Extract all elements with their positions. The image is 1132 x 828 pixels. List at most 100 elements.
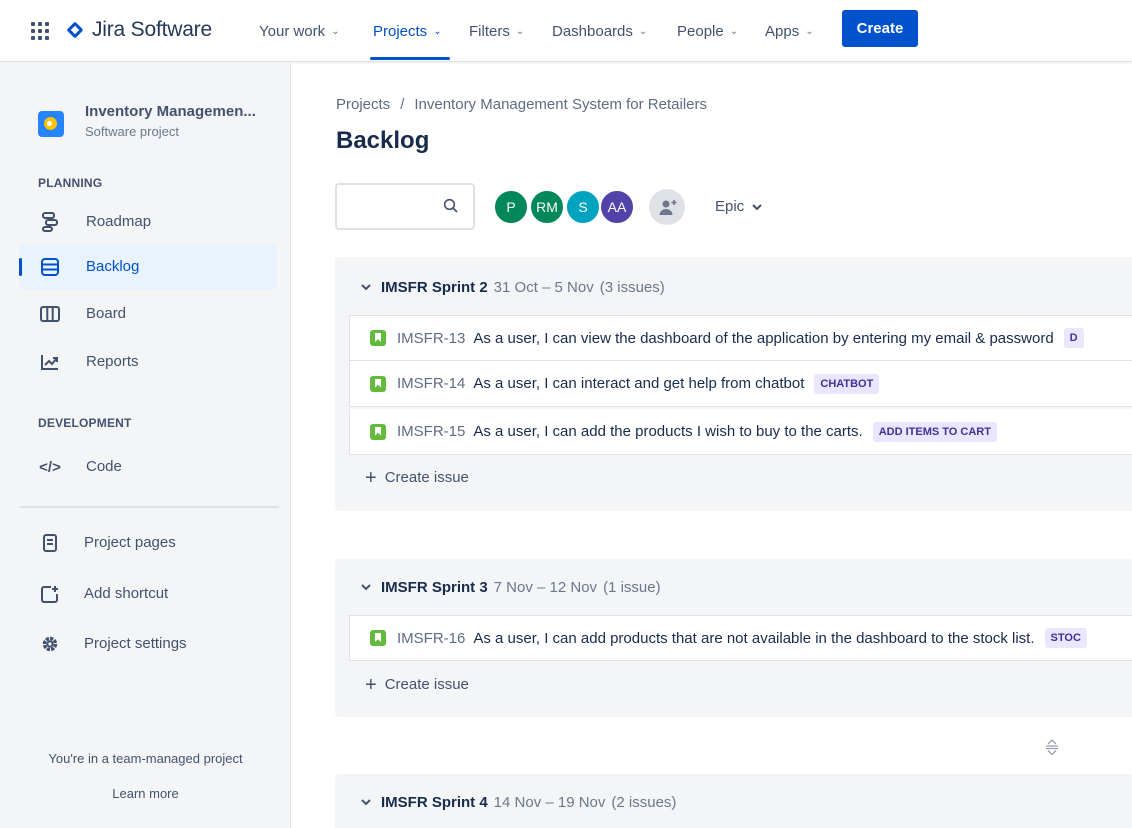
jira-diamond-icon	[66, 21, 84, 39]
sidebar-item-label: Board	[86, 305, 127, 322]
nav-label: Your work	[259, 22, 326, 40]
project-name[interactable]: Inventory Managemen...	[85, 103, 275, 120]
epic-tag[interactable]: ADD ITEMS TO CART	[872, 421, 997, 442]
sidebar-item-label: Roadmap	[86, 213, 152, 230]
sidebar-item-add-shortcut[interactable]: Add shortcut	[19, 571, 277, 617]
create-issue-button[interactable]: + Create issue	[365, 466, 469, 489]
app-switcher-icon[interactable]	[31, 22, 49, 40]
issue-row[interactable]: IMSFR-16 As a user, I can add products t…	[349, 615, 1132, 661]
issue-key[interactable]: IMSFR-16	[397, 630, 465, 647]
nav-filters[interactable]: Filters ⌄	[469, 20, 524, 42]
chevron-down-icon: ⌄	[638, 25, 648, 37]
chevron-down-icon	[361, 797, 371, 809]
plus-icon: +	[365, 466, 377, 489]
epic-tag[interactable]: CHATBOT	[814, 373, 880, 394]
create-issue-button[interactable]: + Create issue	[365, 673, 469, 696]
sidebar-item-label: Code	[86, 458, 122, 475]
epic-tag[interactable]: D	[1063, 328, 1084, 348]
issue-row[interactable]: IMSFR-15 As a user, I can add the produc…	[349, 409, 1132, 455]
story-icon	[370, 375, 386, 392]
nav-label: Apps	[765, 22, 800, 40]
nav-label: Filters	[469, 22, 510, 40]
project-sidebar: Inventory Managemen... Software project …	[0, 63, 291, 828]
issue-summary: As a user, I can add products that are n…	[473, 629, 1035, 647]
epic-filter-label: Epic	[715, 198, 745, 215]
issue-summary: As a user, I can add the products I wish…	[473, 423, 863, 440]
nav-your-work[interactable]: Your work ⌄	[259, 20, 340, 42]
sidebar-item-project-pages[interactable]: Project pages	[19, 520, 277, 566]
search-input[interactable]	[335, 183, 475, 230]
nav-dashboards[interactable]: Dashboards ⌄	[552, 20, 647, 42]
sprint-header[interactable]: IMSFR Sprint 3 7 Nov – 12 Nov (1 issue)	[361, 579, 661, 596]
jira-logo[interactable]: Jira Software	[66, 16, 212, 44]
sidebar-item-label: Project settings	[84, 635, 187, 652]
issue-summary: As a user, I can interact and get help f…	[473, 375, 805, 392]
active-item-indicator	[19, 258, 22, 276]
sidebar-item-code[interactable]: </> Code	[19, 444, 277, 490]
nav-label: Dashboards	[552, 22, 633, 40]
issue-key[interactable]: IMSFR-13	[397, 330, 465, 347]
sprint-container: IMSFR Sprint 2 31 Oct – 5 Nov (3 issues)…	[335, 257, 1132, 511]
epic-tag[interactable]: STOC	[1044, 628, 1087, 648]
breadcrumb-projects[interactable]: Projects	[336, 96, 390, 113]
sprint-dates: 31 Oct – 5 Nov	[493, 279, 594, 296]
breadcrumb-project[interactable]: Inventory Management System for Retailer…	[414, 96, 707, 113]
sidebar-item-label: Reports	[86, 353, 139, 370]
issue-key[interactable]: IMSFR-14	[397, 375, 465, 392]
epic-filter-dropdown[interactable]: Epic	[715, 198, 762, 215]
product-name: Jira Software	[92, 18, 212, 41]
add-person-icon	[659, 198, 677, 221]
resize-handle-icon[interactable]	[1043, 738, 1061, 761]
sprint-dates: 14 Nov – 19 Nov	[493, 794, 606, 811]
sidebar-item-board[interactable]: Board	[19, 291, 277, 337]
plus-icon: +	[365, 673, 377, 696]
nav-projects[interactable]: Projects ⌄	[373, 20, 442, 42]
issue-summary: As a user, I can view the dashboard of t…	[473, 329, 1054, 347]
add-people-button[interactable]	[649, 189, 685, 225]
nav-apps[interactable]: Apps ⌄	[765, 20, 814, 42]
sprint-name: IMSFR Sprint 2	[381, 279, 488, 296]
search-icon	[443, 198, 459, 214]
learn-more-link[interactable]: Learn more	[0, 786, 291, 801]
sprint-container: IMSFR Sprint 4 14 Nov – 19 Nov (2 issues…	[335, 774, 1132, 828]
sidebar-item-project-settings[interactable]: Project settings	[19, 621, 277, 667]
sidebar-item-label: Project pages	[84, 534, 176, 551]
project-avatar[interactable]	[38, 111, 64, 137]
issue-row[interactable]: IMSFR-14 As a user, I can interact and g…	[349, 361, 1132, 407]
sprint-header[interactable]: IMSFR Sprint 4 14 Nov – 19 Nov (2 issues…	[361, 794, 676, 811]
chevron-down-icon	[361, 282, 371, 294]
issue-row[interactable]: IMSFR-13 As a user, I can view the dashb…	[349, 315, 1132, 361]
sprint-name: IMSFR Sprint 3	[381, 579, 488, 596]
sprint-header[interactable]: IMSFR Sprint 2 31 Oct – 5 Nov (3 issues)	[361, 279, 665, 296]
sidebar-item-label: Add shortcut	[84, 585, 169, 602]
avatar[interactable]: AA	[599, 189, 635, 225]
sprint-issue-count: (3 issues)	[599, 279, 665, 296]
roadmap-icon	[39, 211, 61, 233]
team-managed-note: You're in a team-managed project	[48, 751, 243, 766]
chevron-down-icon	[752, 198, 762, 215]
sprint-dates: 7 Nov – 12 Nov	[493, 579, 598, 596]
create-button[interactable]: Create	[842, 10, 918, 47]
sprint-name: IMSFR Sprint 4	[381, 794, 488, 811]
story-icon	[370, 330, 386, 346]
sidebar-item-label: Backlog	[86, 258, 140, 275]
nav-people[interactable]: People ⌄	[677, 20, 738, 42]
top-navigation: Jira Software Your work ⌄ Projects ⌄ Filte…	[0, 0, 1132, 62]
sidebar-item-backlog[interactable]: Backlog	[19, 244, 277, 290]
avatar[interactable]: S	[565, 189, 601, 225]
avatar[interactable]: RM	[529, 189, 565, 225]
active-nav-indicator	[370, 57, 450, 60]
sidebar-item-roadmap[interactable]: Roadmap	[19, 199, 277, 245]
page-title: Backlog	[336, 127, 430, 154]
issue-key[interactable]: IMSFR-15	[397, 423, 465, 440]
avatar[interactable]: P	[493, 189, 529, 225]
sidebar-item-reports[interactable]: Reports	[19, 339, 277, 385]
backlog-icon	[39, 256, 61, 278]
sprint-issue-count: (1 issue)	[603, 579, 661, 596]
nav-label: People	[677, 22, 724, 40]
planning-section-label: PLANNING	[38, 176, 103, 190]
board-icon	[39, 303, 61, 325]
breadcrumb: Projects / Inventory Management System f…	[336, 96, 707, 113]
chevron-down-icon	[361, 582, 371, 594]
code-icon: </>	[39, 458, 61, 476]
